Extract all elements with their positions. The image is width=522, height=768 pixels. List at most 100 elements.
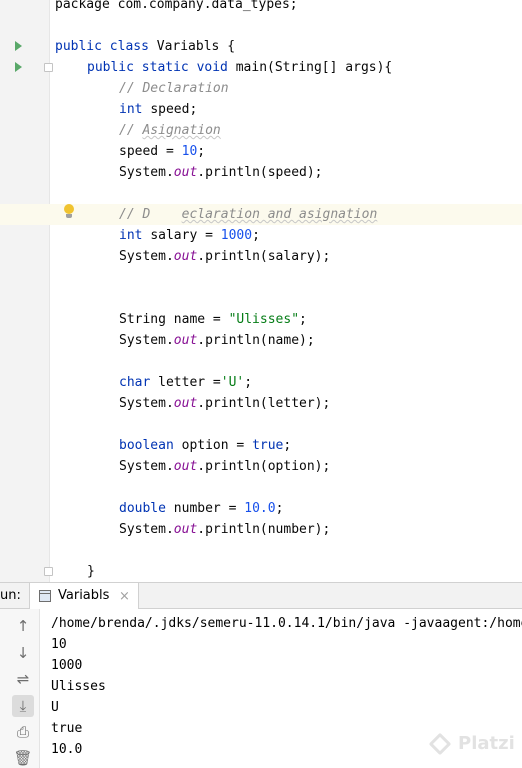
run-tab-variabls[interactable]: Variabls × <box>29 583 139 609</box>
code-editor[interactable]: package com.company.data_types;public cl… <box>0 0 522 582</box>
code-token: ; <box>275 501 284 516</box>
arrow-up-icon[interactable]: ↑ <box>12 615 34 637</box>
code-token: // D <box>119 207 182 222</box>
code-token: System. <box>119 459 174 474</box>
code-token: 10.0 <box>244 501 276 516</box>
code-token: ; <box>252 228 260 243</box>
code-token: "Ulisses" <box>228 312 300 327</box>
run-label: un: <box>0 588 21 603</box>
code-line-text: System.out.println(letter); <box>119 393 330 414</box>
arrow-down-icon[interactable]: ↓ <box>12 642 34 664</box>
run-toolbar: ↑ ↓ ⇌ ⤓ ⎙ 🗑 <box>0 609 40 768</box>
code-line[interactable] <box>0 267 522 288</box>
code-token: eclaration and asignation <box>181 207 378 222</box>
code-line[interactable]: System.out.println(number); <box>0 519 522 540</box>
console-line: Ulisses <box>51 679 106 694</box>
code-token: .println(letter); <box>197 396 331 411</box>
code-token: char <box>119 375 159 390</box>
console-line: 10.0 <box>51 742 83 757</box>
code-line[interactable]: double number = 10.0; <box>0 498 522 519</box>
code-line[interactable]: // Asignation <box>0 120 522 141</box>
soft-wrap-icon[interactable]: ⇌ <box>12 668 34 690</box>
code-token: System. <box>119 396 174 411</box>
code-token: ; <box>283 438 292 453</box>
code-line-text: boolean option = true; <box>119 435 291 456</box>
code-line-text: int salary = 1000; <box>119 225 260 246</box>
console-line: U <box>51 700 59 715</box>
code-line-text: speed = 10; <box>119 141 205 162</box>
code-line[interactable] <box>0 288 522 309</box>
code-line[interactable]: package com.company.data_types; <box>0 0 522 15</box>
code-token: option = <box>181 438 253 453</box>
close-icon[interactable]: × <box>119 583 130 609</box>
run-header: un: Variabls × <box>0 582 522 609</box>
code-line-text: System.out.println(speed); <box>119 162 323 183</box>
code-line[interactable]: System.out.println(name); <box>0 330 522 351</box>
code-token: public class <box>55 39 157 54</box>
code-line[interactable]: // D eclaration and asignation <box>0 204 522 225</box>
code-token: out <box>173 249 198 264</box>
code-token: .println(name); <box>197 333 315 348</box>
code-token: package com.company.data_types; <box>55 0 298 12</box>
code-token: out <box>173 459 198 474</box>
code-line[interactable]: boolean option = true; <box>0 435 522 456</box>
code-line[interactable]: System.out.println(salary); <box>0 246 522 267</box>
code-token: int <box>119 228 151 243</box>
code-token: out <box>173 522 198 537</box>
code-token: ; <box>197 144 206 159</box>
code-token: int <box>119 102 151 117</box>
lightbulb-icon[interactable] <box>63 204 75 220</box>
code-line-text: System.out.println(name); <box>119 330 315 351</box>
code-line-text: public class Variabls { <box>55 36 235 57</box>
code-line[interactable]: speed = 10; <box>0 141 522 162</box>
code-line-text: // D eclaration and asignation <box>119 204 377 225</box>
code-line[interactable] <box>0 414 522 435</box>
code-token: System. <box>119 249 174 264</box>
code-line[interactable]: int speed; <box>0 99 522 120</box>
code-line[interactable]: } <box>0 561 522 582</box>
console-line: true <box>51 721 83 736</box>
fold-icon[interactable] <box>44 567 53 576</box>
code-line-text: } <box>87 561 95 582</box>
code-token: String name = <box>119 312 229 327</box>
code-token: // Declaration <box>119 81 229 96</box>
code-token: 1000 <box>220 228 253 243</box>
code-line[interactable] <box>0 183 522 204</box>
code-token: number = <box>173 501 245 516</box>
trash-icon[interactable]: 🗑 <box>12 747 34 768</box>
code-line[interactable]: public class Variabls { <box>0 36 522 57</box>
console-line: 10 <box>51 637 67 652</box>
code-token: System. <box>119 522 174 537</box>
code-line[interactable] <box>0 351 522 372</box>
code-line-text: int speed; <box>119 99 197 120</box>
scroll-to-end-icon[interactable]: ⤓ <box>12 695 34 717</box>
code-token: .println(speed); <box>197 165 323 180</box>
print-icon[interactable]: ⎙ <box>12 721 34 743</box>
code-area[interactable]: package com.company.data_types;public cl… <box>0 0 522 582</box>
code-token: .println(salary); <box>197 249 331 264</box>
code-line[interactable]: char letter ='U'; <box>0 372 522 393</box>
code-line[interactable]: // Declaration <box>0 78 522 99</box>
code-line-text: double number = 10.0; <box>119 498 283 519</box>
code-token: letter = <box>158 375 221 390</box>
code-token: System. <box>119 333 174 348</box>
code-line[interactable]: System.out.println(speed); <box>0 162 522 183</box>
code-line-text: public static void main(String[] args){ <box>87 57 392 78</box>
fold-icon[interactable] <box>44 63 53 72</box>
code-line[interactable] <box>0 540 522 561</box>
code-token: public static void <box>87 60 236 75</box>
code-line[interactable] <box>0 477 522 498</box>
code-token: salary = <box>150 228 221 243</box>
code-line-text: // Declaration <box>119 78 229 99</box>
code-line[interactable] <box>0 15 522 36</box>
code-line[interactable]: int salary = 1000; <box>0 225 522 246</box>
code-line[interactable]: System.out.println(letter); <box>0 393 522 414</box>
code-token: boolean <box>119 438 182 453</box>
code-token: } <box>87 564 95 579</box>
code-token: .println(option); <box>197 459 331 474</box>
code-token: Asignation <box>142 123 221 138</box>
code-line[interactable]: String name = "Ulisses"; <box>0 309 522 330</box>
code-line[interactable]: System.out.println(option); <box>0 456 522 477</box>
code-line-text: char letter ='U'; <box>119 372 252 393</box>
code-line[interactable]: public static void main(String[] args){ <box>0 57 522 78</box>
